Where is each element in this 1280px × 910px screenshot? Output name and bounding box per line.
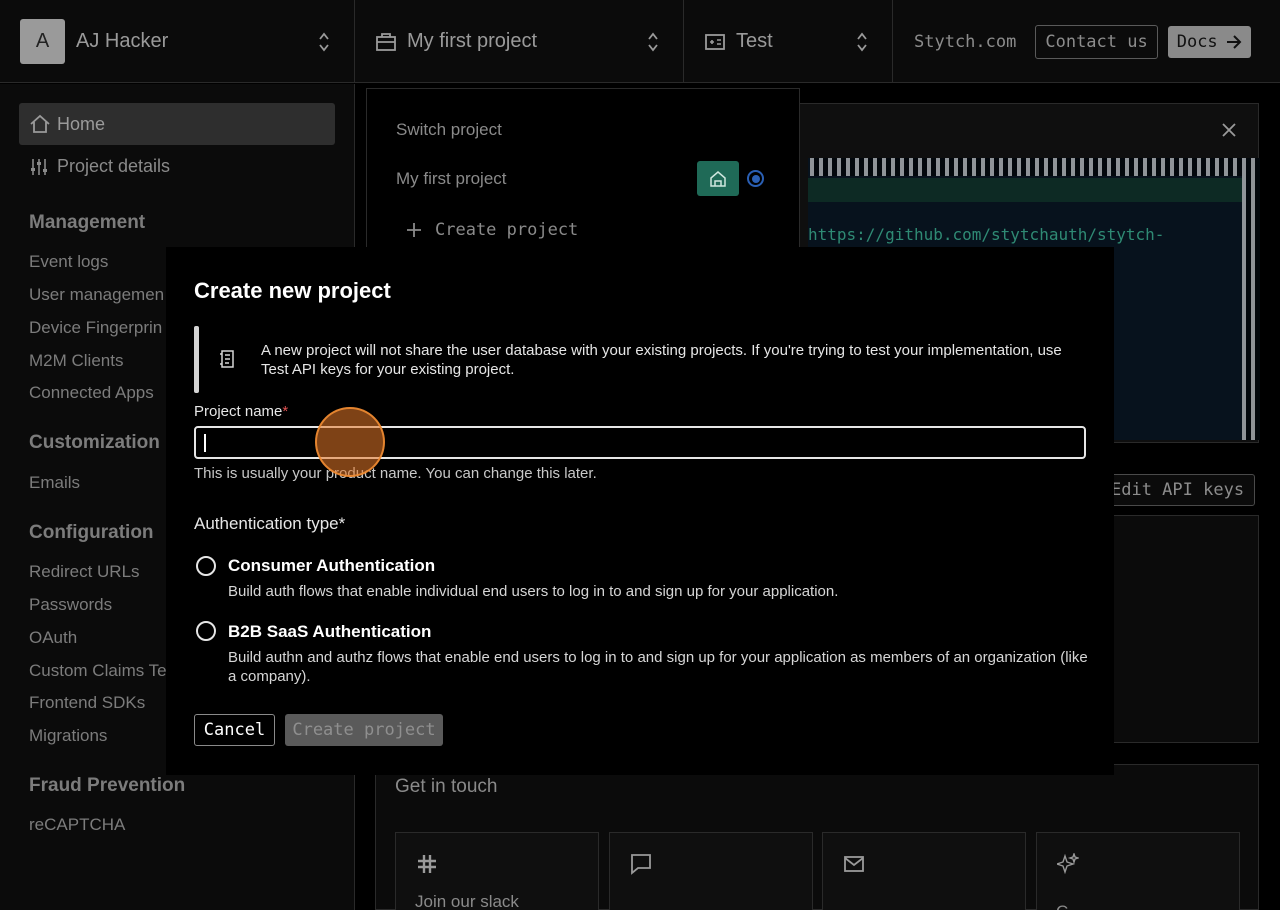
environment-name: Test [736, 30, 773, 52]
account-switcher[interactable]: A AJ Hacker [0, 0, 355, 83]
avatar: A [20, 19, 65, 64]
chevron-updown-icon [857, 32, 867, 52]
section-heading-customization: Customization [29, 432, 160, 453]
code-noise [1242, 176, 1260, 440]
get-in-touch-title: Get in touch [395, 776, 498, 797]
email-card[interactable] [822, 832, 1026, 910]
create-project-button[interactable]: Create project [285, 714, 443, 746]
contact-card[interactable] [1036, 832, 1240, 910]
code-link[interactable]: https://github.com/stytchauth/stytch- [808, 225, 1164, 244]
contact-card-label: C [1056, 902, 1068, 910]
chevron-updown-icon [648, 32, 658, 52]
sidebar-item-event-logs[interactable]: Event logs [29, 252, 108, 272]
b2b-auth-title[interactable]: B2B SaaS Authentication [228, 622, 431, 642]
sidebar-item-label: Project details [57, 156, 171, 176]
project-name: My first project [407, 30, 538, 52]
auth-type-label: Authentication type* [194, 514, 346, 533]
section-heading-configuration: Configuration [29, 522, 154, 543]
top-links: Stytch.com Contact us Docs [893, 0, 1280, 83]
project-option-my-first-project[interactable]: My first project [396, 169, 507, 189]
cursor-indicator [315, 407, 385, 477]
switch-project-title: Switch project [396, 120, 502, 139]
b2b-auth-radio[interactable] [196, 621, 216, 641]
docs-button[interactable]: Docs [1167, 25, 1251, 58]
sidebar-item-redirect-urls[interactable]: Redirect URLs [29, 562, 140, 582]
plus-icon [407, 223, 421, 237]
project-badge [697, 161, 739, 196]
sidebar-item-home[interactable]: Home [19, 103, 335, 145]
project-name-hint: This is usually your product name. You c… [194, 465, 597, 482]
sidebar-item-device-fingerprinting[interactable]: Device Fingerprin [29, 318, 162, 338]
consumer-auth-title[interactable]: Consumer Authentication [228, 556, 435, 576]
create-project-label: Create project [435, 220, 579, 240]
docs-label: Docs [1176, 31, 1218, 52]
modal-title: Create new project [194, 278, 391, 303]
close-icon[interactable] [1221, 122, 1237, 138]
slack-icon [418, 855, 436, 873]
contact-us-button[interactable]: Contact us [1035, 24, 1158, 59]
environment-switcher[interactable]: Test [684, 0, 893, 83]
sparkles-icon [1057, 853, 1079, 875]
info-callout: A new project will not share the user da… [194, 326, 1086, 393]
create-project-menu-item[interactable]: Create project [405, 220, 578, 240]
key-card-icon [705, 33, 725, 50]
project-name-label-text: Project name [194, 403, 283, 420]
home-icon [30, 114, 50, 133]
sliders-icon [31, 158, 47, 175]
join-slack-label: Join our slack [415, 892, 519, 910]
consumer-auth-desc: Build auth flows that enable individual … [228, 583, 839, 600]
sidebar-item-migrations[interactable]: Migrations [29, 726, 107, 746]
callout-bar [194, 326, 199, 393]
briefcase-icon [376, 32, 396, 51]
sidebar-item-recaptcha[interactable]: reCAPTCHA [29, 815, 125, 835]
user-name: AJ Hacker [76, 30, 169, 52]
chat-card[interactable] [609, 832, 813, 910]
project-switcher[interactable]: My first project [355, 0, 684, 83]
required-asterisk: * [282, 403, 289, 420]
cancel-button[interactable]: Cancel [194, 714, 275, 746]
sidebar-item-custom-claims[interactable]: Custom Claims Te [29, 661, 167, 681]
edit-api-keys-button[interactable]: Edit API keys [1100, 474, 1256, 506]
building-icon [710, 170, 726, 187]
sidebar-item-passwords[interactable]: Passwords [29, 595, 112, 615]
chevron-updown-icon [319, 32, 329, 52]
sidebar-item-connected-apps[interactable]: Connected Apps [29, 383, 154, 403]
mail-icon [844, 856, 864, 872]
section-heading-fraud-prevention: Fraud Prevention [29, 775, 186, 796]
code-highlight-line [808, 178, 1242, 202]
sidebar-item-oauth[interactable]: OAuth [29, 628, 77, 648]
text-caret [204, 434, 206, 452]
chat-icon [631, 854, 651, 875]
sidebar-item-m2m-clients[interactable]: M2M Clients [29, 351, 123, 371]
document-icon [220, 350, 234, 368]
code-noise [810, 158, 1260, 176]
sidebar-item-emails[interactable]: Emails [29, 473, 80, 493]
sidebar-item-label: Home [57, 113, 106, 134]
top-bar: A AJ Hacker My first project Test Stytch… [0, 0, 1280, 83]
consumer-auth-radio[interactable] [196, 556, 216, 576]
callout-text: A new project will not share the user da… [261, 342, 1062, 378]
section-heading-management: Management [29, 212, 146, 233]
selected-radio[interactable] [747, 170, 764, 187]
project-name-label: Project name* [194, 403, 288, 420]
sidebar-item-frontend-sdks[interactable]: Frontend SDKs [29, 693, 145, 713]
arrow-right-icon [1226, 34, 1242, 49]
b2b-auth-desc: Build authn and authz flows that enable … [228, 649, 1088, 685]
stytch-link[interactable]: Stytch.com [914, 32, 1016, 52]
sidebar-item-project-details[interactable]: Project details [29, 156, 170, 177]
sidebar-item-user-management[interactable]: User managemen [29, 285, 164, 305]
